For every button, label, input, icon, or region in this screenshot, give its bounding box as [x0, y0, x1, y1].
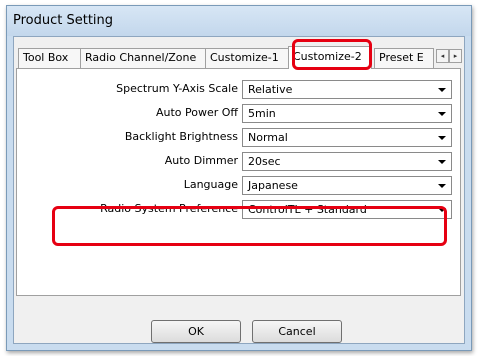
select-value: Relative: [248, 83, 293, 96]
auto-power-off-select[interactable]: 5min: [242, 104, 452, 123]
dropdown-arrow-icon: [438, 88, 446, 92]
spectrum-y-axis-scale-select[interactable]: Relative: [242, 80, 452, 99]
tab-radio-channel-zone[interactable]: Radio Channel/Zone: [80, 48, 206, 68]
setting-label: Backlight Brightness: [124, 130, 238, 143]
cancel-button[interactable]: Cancel: [252, 320, 342, 343]
window-title: Product Setting: [13, 13, 114, 28]
setting-row-backlight-brightness: Backlight Brightness Normal: [17, 126, 462, 148]
radio-system-preference-select[interactable]: ControlTL + Standard: [242, 200, 452, 219]
title-bar[interactable]: Product Setting: [7, 6, 471, 36]
language-select[interactable]: Japanese: [242, 176, 452, 195]
setting-label: Spectrum Y-Axis Scale: [116, 82, 238, 95]
ok-button[interactable]: OK: [151, 320, 241, 343]
setting-row-spectrum-y-axis-scale: Spectrum Y-Axis Scale Relative: [17, 78, 462, 100]
select-value: ControlTL + Standard: [248, 203, 367, 216]
tab-scroll-right-icon[interactable]: ▸: [449, 49, 462, 63]
tab-preset[interactable]: Preset E: [374, 48, 434, 68]
setting-row-radio-system-preference: Radio System Preference ControlTL + Stan…: [17, 198, 462, 220]
setting-row-language: Language Japanese: [17, 174, 462, 196]
dropdown-arrow-icon: [438, 112, 446, 116]
dropdown-arrow-icon: [438, 208, 446, 212]
tab-strip: Tool Box Radio Channel/Zone Customize-1 …: [16, 46, 462, 69]
tab-customize-2[interactable]: Customize-2: [288, 46, 372, 69]
setting-label: Auto Dimmer: [164, 154, 238, 167]
product-setting-dialog: Product Setting Tool Box Radio Channel/Z…: [6, 5, 472, 351]
select-value: Japanese: [248, 179, 298, 192]
select-value: 20sec: [248, 155, 281, 168]
customize-2-panel: Spectrum Y-Axis Scale Relative Auto Powe…: [16, 68, 461, 296]
backlight-brightness-select[interactable]: Normal: [242, 128, 452, 147]
dropdown-arrow-icon: [438, 184, 446, 188]
dialog-client-area: Tool Box Radio Channel/Zone Customize-1 …: [13, 36, 465, 344]
tab-scroll-left-icon[interactable]: ◂: [436, 49, 449, 63]
setting-row-auto-dimmer: Auto Dimmer 20sec: [17, 150, 462, 172]
select-value: 5min: [248, 107, 276, 120]
auto-dimmer-select[interactable]: 20sec: [242, 152, 452, 171]
setting-label: Radio System Preference: [100, 202, 238, 215]
tab-tool-box[interactable]: Tool Box: [18, 48, 81, 68]
setting-label: Auto Power Off: [155, 106, 238, 119]
tab-customize-1[interactable]: Customize-1: [205, 48, 289, 68]
dropdown-arrow-icon: [438, 160, 446, 164]
dropdown-arrow-icon: [438, 136, 446, 140]
select-value: Normal: [248, 131, 288, 144]
setting-row-auto-power-off: Auto Power Off 5min: [17, 102, 462, 124]
setting-label: Language: [183, 178, 238, 191]
